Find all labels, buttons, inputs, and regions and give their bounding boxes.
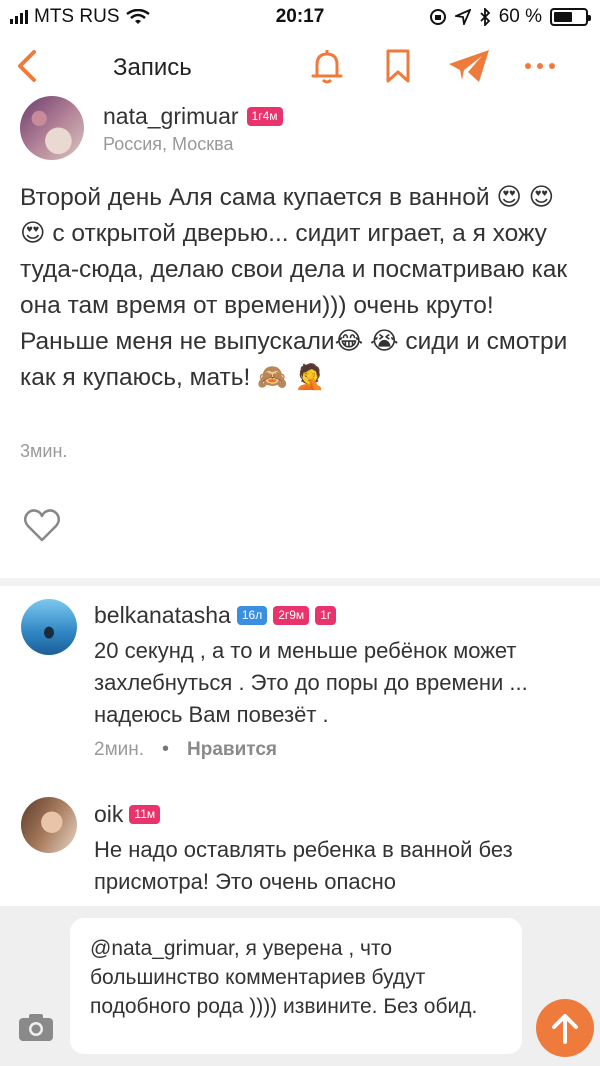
- bell-icon[interactable]: [307, 46, 347, 86]
- more-dots-icon[interactable]: [520, 46, 560, 86]
- comment-text: Не надо оставлять ребенка в ванной без п…: [94, 837, 513, 894]
- comment-like-button[interactable]: Нравится: [187, 739, 277, 761]
- comment-badge: 16л: [236, 606, 268, 625]
- send-plane-icon[interactable]: [446, 46, 492, 86]
- back-arrow-icon[interactable]: [10, 48, 46, 84]
- comment-badge: 2г9м: [273, 606, 310, 625]
- comment-badge: 11м: [129, 805, 161, 824]
- page-title: Запись: [113, 54, 192, 81]
- laugh-cry-emoji: 😂 😭: [334, 328, 399, 355]
- post-author-avatar[interactable]: [20, 96, 84, 160]
- section-divider: [0, 578, 600, 586]
- status-right: 60 %: [429, 6, 591, 28]
- comment-avatar[interactable]: [21, 599, 77, 655]
- post-time: 3мин.: [20, 441, 68, 461]
- comment-badge: 1г: [315, 606, 337, 625]
- battery-fill: [554, 12, 572, 22]
- send-button[interactable]: [536, 999, 594, 1057]
- comment-avatar[interactable]: [21, 797, 77, 853]
- nav-bar: Запись: [0, 34, 600, 100]
- post-text-part: Второй день Аля сама купается в ванной: [20, 184, 497, 211]
- post-badge: 1г4м: [246, 107, 283, 126]
- comment-username[interactable]: oik: [94, 801, 123, 828]
- comment-author: oik 11м: [94, 801, 161, 828]
- battery-icon: [550, 8, 591, 26]
- arrow-up-icon: [552, 1014, 578, 1044]
- rotation-lock-icon: [429, 9, 446, 25]
- comment-time: 2мин.: [94, 738, 145, 760]
- meta-separator-dot: •: [162, 738, 170, 760]
- monkey-facepalm-emoji: 🙈 🤦: [257, 364, 325, 391]
- post-location: Россия, Москва: [103, 134, 234, 154]
- battery-percent: 60 %: [498, 6, 542, 27]
- comment-meta: 2мин. • Нравится: [94, 738, 277, 761]
- comment-author: belkanatasha 16л 2г9м 1г: [94, 602, 337, 629]
- post-text: Второй день Аля сама купается в ванной 😍…: [20, 180, 580, 396]
- post-author: nata_grimuar 1г4м: [103, 103, 283, 130]
- bluetooth-icon: [480, 8, 490, 26]
- post-username[interactable]: nata_grimuar: [103, 103, 239, 130]
- bookmark-icon[interactable]: [378, 46, 418, 86]
- camera-icon[interactable]: [18, 1012, 54, 1042]
- comment-username[interactable]: belkanatasha: [94, 602, 231, 629]
- location-icon: [454, 9, 471, 25]
- comment-input[interactable]: @nata_grimuar, я уверена , что большинст…: [70, 918, 522, 1054]
- status-bar: MTS RUS 20:17 60 %: [0, 0, 600, 34]
- comment-input-bar: @nata_grimuar, я уверена , что большинст…: [0, 906, 600, 1066]
- comment-text: 20 секунд , а то и меньше ребёнок может …: [94, 638, 528, 727]
- heart-icon[interactable]: [22, 506, 62, 544]
